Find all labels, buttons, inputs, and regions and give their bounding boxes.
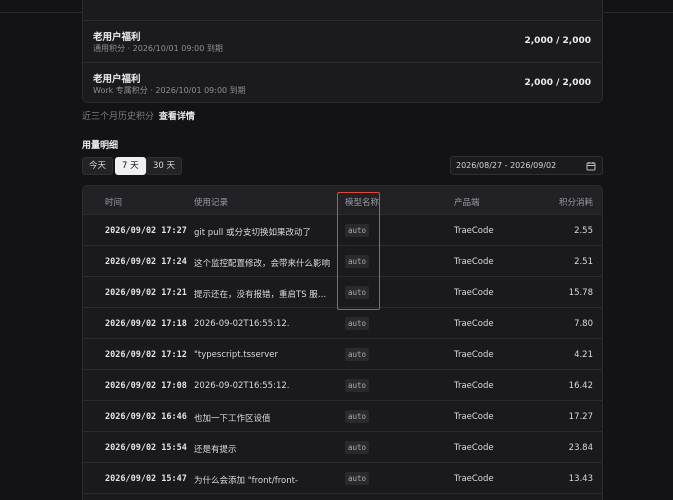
model-tag: auto — [345, 317, 370, 330]
row-time: 2026/09/02 15:54 — [105, 443, 187, 453]
row-cost: 2.55 — [574, 226, 593, 236]
date-range-text: 2026/08/27 - 2026/09/02 — [456, 161, 557, 170]
row-cost: 17.27 — [568, 412, 593, 422]
row-product: TraeCode — [454, 412, 494, 422]
history-note: 近三个月历史积分 查看详情 — [82, 109, 195, 122]
row-cost: 23.84 — [568, 443, 593, 453]
date-range-picker[interactable]: 2026/08/27 - 2026/09/02 — [450, 156, 603, 175]
row-cost: 16.42 — [568, 381, 593, 391]
row-time: 2026/09/02 17:08 — [105, 381, 187, 391]
credit-balance: 2,000 / 2,000 — [524, 36, 592, 46]
header-cost: 积分消耗 — [558, 198, 593, 208]
header-time: 时间 — [105, 198, 123, 208]
row-product: TraeCode — [454, 226, 494, 236]
row-record: 还是有提示 — [194, 445, 237, 455]
row-cost: 2.51 — [574, 257, 593, 267]
row-product: TraeCode — [454, 288, 494, 298]
row-cost: 7.80 — [574, 319, 593, 329]
row-cost: 13.43 — [568, 474, 593, 484]
header-record: 使用记录 — [194, 198, 229, 208]
row-record: 2026-09-02T16:55:12. — [194, 319, 290, 329]
model-tag: auto — [345, 348, 370, 361]
row-cost: 15.78 — [568, 288, 593, 298]
row-time: 2026/09/02 15:47 — [105, 474, 187, 484]
model-tag: auto — [345, 472, 370, 485]
row-record: 为什么会添加 "front/front- — [194, 476, 298, 486]
table-row[interactable]: 2026/09/02 15:47 为什么会添加 "front/front-auto… — [83, 463, 602, 494]
credits-card: 老用户福利 通用积分 · 2026/10/01 09:00 到期 2,000 /… — [82, 0, 603, 103]
table-row[interactable]: 2026/09/02 17:12 "typescript.tsserver auto… — [83, 339, 602, 370]
table-row[interactable]: 2026/09/02 17:08 2026-09-02T16:55:12. auto… — [83, 370, 602, 401]
credit-expiry: Work 专属积分 · 2026/10/01 09:00 到期 — [93, 86, 246, 95]
model-column-highlight — [337, 192, 380, 310]
range-30d-button[interactable]: 30 天 — [146, 157, 183, 175]
credit-row: 老用户福利 通用积分 · 2026/10/01 09:00 到期 2,000 /… — [83, 20, 602, 62]
history-text: 近三个月历史积分 — [82, 112, 155, 122]
header-product: 产品端 — [454, 198, 480, 208]
row-time: 2026/09/02 17:27 — [105, 226, 187, 236]
row-time: 2026/09/02 17:18 — [105, 319, 187, 329]
row-time: 2026/09/02 16:46 — [105, 412, 187, 422]
credit-name: 老用户福利 — [93, 74, 141, 85]
row-record: "typescript.tsserver — [194, 350, 278, 360]
view-details-link[interactable]: 查看详情 — [159, 112, 195, 122]
credit-expiry: 通用积分 · 2026/10/01 09:00 到期 — [93, 44, 223, 53]
row-record: 这个监控配置修改，会带来什么影响 — [194, 259, 331, 269]
credit-row: 老用户福利 Work 专属积分 · 2026/10/01 09:00 到期 2,… — [83, 62, 602, 104]
model-tag: auto — [345, 441, 370, 454]
model-tag: auto — [345, 379, 370, 392]
usage-section-title: 用量明细 — [82, 141, 119, 151]
row-product: TraeCode — [454, 474, 494, 484]
row-time: 2026/09/02 17:24 — [105, 257, 187, 267]
row-record: 提示还在，没有报错，重启TS 服务后 — [194, 290, 334, 300]
row-product: TraeCode — [454, 257, 494, 267]
credit-name: 老用户福利 — [93, 32, 141, 43]
calendar-icon — [586, 162, 596, 171]
row-record: 也加一下工作区设值 — [194, 414, 271, 424]
model-tag: auto — [345, 410, 370, 423]
table-row[interactable]: 2026/09/02 17:18 2026-09-02T16:55:12. auto… — [83, 308, 602, 339]
row-time: 2026/09/02 17:12 — [105, 350, 187, 360]
row-cost: 4.21 — [574, 350, 593, 360]
row-product: TraeCode — [454, 319, 494, 329]
row-record: git pull 或分支切换如果改动了 — [194, 228, 312, 238]
row-product: TraeCode — [454, 443, 494, 453]
row-product: TraeCode — [454, 381, 494, 391]
range-7d-button[interactable]: 7 天 — [115, 157, 146, 175]
credit-balance: 2,000 / 2,000 — [524, 78, 592, 88]
range-today-button[interactable]: 今天 — [82, 157, 114, 175]
row-product: TraeCode — [454, 350, 494, 360]
row-record: 2026-09-02T16:55:12. — [194, 381, 290, 391]
table-row[interactable]: 2026/09/02 15:54 还是有提示 auto TraeCode 23.84 — [83, 432, 602, 463]
table-row[interactable]: 2026/09/02 16:46 也加一下工作区设值 auto TraeCode 17.… — [83, 401, 602, 432]
row-time: 2026/09/02 17:21 — [105, 288, 187, 298]
usage-page: 老用户福利 通用积分 · 2026/10/01 09:00 到期 2,000 /… — [0, 0, 673, 500]
